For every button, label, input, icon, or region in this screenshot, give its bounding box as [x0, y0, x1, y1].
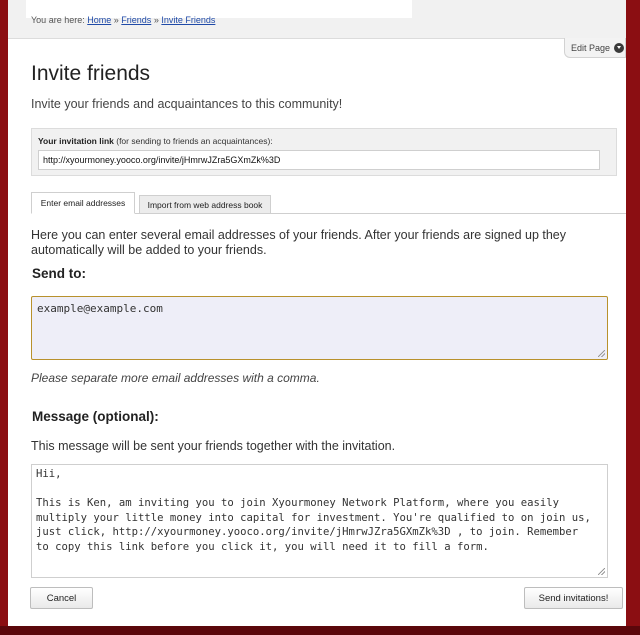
breadcrumb-prefix: You are here: [31, 15, 85, 25]
tab-enter-email-addresses[interactable]: Enter email addresses [31, 192, 135, 214]
background-edge-right [626, 0, 640, 635]
cancel-button[interactable]: Cancel [30, 587, 93, 609]
message-scrollbar[interactable] [600, 467, 606, 573]
background-bottom [0, 626, 640, 635]
breadcrumb-friends-link[interactable]: Friends [121, 15, 151, 25]
page-title: Invite friends [31, 62, 151, 85]
send-invitations-button[interactable]: Send invitations! [524, 587, 623, 609]
invitation-link-label-rest: (for sending to friends an acquaintances… [113, 136, 273, 146]
page-intro: Invite your friends and acquaintances to… [31, 97, 343, 111]
breadcrumb-invite-friends-link[interactable]: Invite Friends [161, 15, 215, 25]
message-textarea[interactable]: Hii, This is Ken, am inviting you to joi… [31, 464, 608, 578]
tab-import-address-book[interactable]: Import from web address book [139, 195, 271, 214]
resize-handle[interactable] [598, 350, 605, 357]
breadcrumb-separator: » [113, 15, 119, 25]
invitation-link-box: Your invitation link (for sending to fri… [31, 128, 617, 176]
message-description: This message will be sent your friends t… [31, 439, 396, 453]
invitation-link-label-bold: Your invitation link [38, 136, 114, 146]
message-label: Message (optional): [32, 409, 159, 424]
send-to-label: Send to: [32, 266, 86, 281]
resize-handle[interactable] [598, 568, 605, 575]
invitation-link-input[interactable] [38, 150, 600, 170]
email-description: Here you can enter several email address… [31, 228, 567, 257]
main-panel: You are here: Home » Friends » Invite Fr… [8, 0, 626, 626]
invitation-link-label: Your invitation link (for sending to fri… [38, 136, 273, 146]
tab-bar: Enter email addresses Import from web ad… [31, 192, 626, 214]
email-addresses-textarea[interactable]: example@example.com [31, 296, 608, 360]
background-edge-left [0, 0, 8, 635]
email-addresses-value: example@example.com [37, 302, 163, 315]
message-value: Hii, This is Ken, am inviting you to joi… [36, 468, 591, 553]
edit-page-label: Edit Page [571, 42, 611, 53]
chevron-down-icon [614, 42, 625, 53]
email-separator-hint: Please separate more email addresses wit… [31, 371, 320, 385]
breadcrumb-bar: You are here: Home » Friends » Invite Fr… [8, 0, 626, 39]
edit-page-button[interactable]: Edit Page [564, 38, 626, 58]
breadcrumb: You are here: Home » Friends » Invite Fr… [31, 15, 215, 25]
breadcrumb-separator: » [153, 15, 159, 25]
breadcrumb-home-link[interactable]: Home [87, 15, 111, 25]
